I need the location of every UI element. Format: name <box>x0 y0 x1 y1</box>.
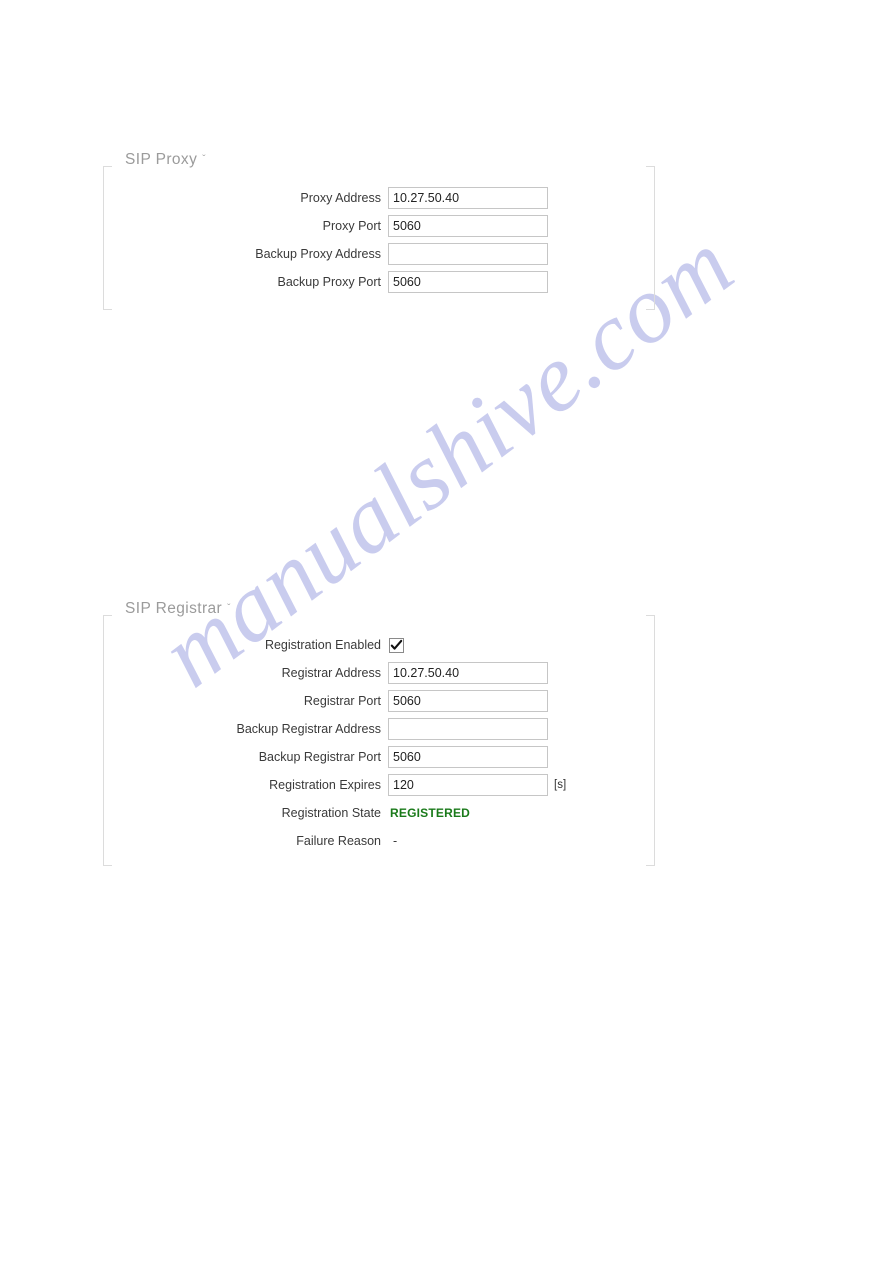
form-row-proxy-address: Proxy Address <box>103 184 548 212</box>
status-badge-registration-state: REGISTERED <box>390 806 471 820</box>
field-wrap <box>388 243 548 265</box>
unit-seconds: [s] <box>554 779 567 791</box>
field-wrap <box>388 215 548 237</box>
frame-corner-bottom-right <box>646 309 655 310</box>
form-row-backup-proxy-port: Backup Proxy Port <box>103 268 548 296</box>
frame-corner-top-right <box>646 166 655 167</box>
label-registrar-address: Registrar Address <box>281 665 381 680</box>
frame-right-rule <box>654 166 655 310</box>
input-registration-expires[interactable] <box>388 774 548 796</box>
label-backup-proxy-address: Backup Proxy Address <box>255 246 381 261</box>
check-icon <box>390 639 403 650</box>
label-registrar-port: Registrar Port <box>303 693 381 708</box>
chevron-down-icon[interactable]: ˇ <box>227 603 231 614</box>
form-row-backup-registrar-address: Backup Registrar Address <box>103 715 566 743</box>
frame-corner-bottom-left <box>103 865 112 866</box>
input-backup-registrar-address[interactable] <box>388 718 548 740</box>
field-wrap: [s] <box>388 774 566 796</box>
frame-corner-top-left <box>103 615 112 616</box>
sip-registrar-form: Registration Enabled Registrar Address R… <box>103 631 566 855</box>
label-backup-registrar-port: Backup Registrar Port <box>258 749 381 764</box>
section-sip-proxy: SIP Proxyˇ Proxy Address Proxy Port <box>103 151 655 310</box>
form-row-registrar-address: Registrar Address <box>103 659 566 687</box>
input-proxy-port[interactable] <box>388 215 548 237</box>
form-row-failure-reason: Failure Reason - <box>103 827 566 855</box>
frame-corner-bottom-left <box>103 309 112 310</box>
field-wrap <box>388 662 548 684</box>
form-row-proxy-port: Proxy Port <box>103 212 548 240</box>
chevron-down-icon[interactable]: ˇ <box>202 154 206 165</box>
field-wrap <box>388 746 548 768</box>
label-proxy-address: Proxy Address <box>300 190 381 205</box>
label-failure-reason: Failure Reason <box>296 833 381 848</box>
label-registration-expires: Registration Expires <box>269 777 381 792</box>
checkbox-registration-enabled[interactable] <box>389 637 404 653</box>
field-wrap <box>388 271 548 293</box>
input-proxy-address[interactable] <box>388 187 548 209</box>
field-wrap: - <box>388 834 397 848</box>
label-registration-enabled: Registration Enabled <box>264 637 381 652</box>
input-backup-registrar-port[interactable] <box>388 746 548 768</box>
field-wrap <box>388 637 404 653</box>
frame-right-rule <box>654 615 655 866</box>
section-sip-registrar: SIP Registrar ˇ Registration Enabled Reg… <box>103 600 655 866</box>
label-proxy-port: Proxy Port <box>322 218 381 233</box>
form-row-backup-proxy-address: Backup Proxy Address <box>103 240 548 268</box>
value-failure-reason: - <box>393 834 398 848</box>
form-row-registration-expires: Registration Expires [s] <box>103 771 566 799</box>
input-registrar-address[interactable] <box>388 662 548 684</box>
document-page: SIP Proxyˇ Proxy Address Proxy Port <box>0 0 893 1263</box>
form-row-backup-registrar-port: Backup Registrar Port <box>103 743 566 771</box>
label-backup-proxy-port: Backup Proxy Port <box>277 274 381 289</box>
frame-corner-top-right <box>646 615 655 616</box>
form-row-registrar-port: Registrar Port <box>103 687 566 715</box>
frame-corner-bottom-right <box>646 865 655 866</box>
input-backup-proxy-port[interactable] <box>388 271 548 293</box>
sip-proxy-form: Proxy Address Proxy Port Backup Proxy Ad… <box>103 184 548 296</box>
field-wrap: REGISTERED <box>388 806 470 820</box>
form-row-registration-enabled: Registration Enabled <box>103 631 566 659</box>
label-registration-state: Registration State <box>281 805 381 820</box>
label-backup-registrar-address: Backup Registrar Address <box>236 721 381 736</box>
input-backup-proxy-address[interactable] <box>388 243 548 265</box>
field-wrap <box>388 718 548 740</box>
input-registrar-port[interactable] <box>388 690 548 712</box>
frame-corner-top-left <box>103 166 112 167</box>
field-wrap <box>388 690 548 712</box>
form-row-registration-state: Registration State REGISTERED <box>103 799 566 827</box>
field-wrap <box>388 187 548 209</box>
